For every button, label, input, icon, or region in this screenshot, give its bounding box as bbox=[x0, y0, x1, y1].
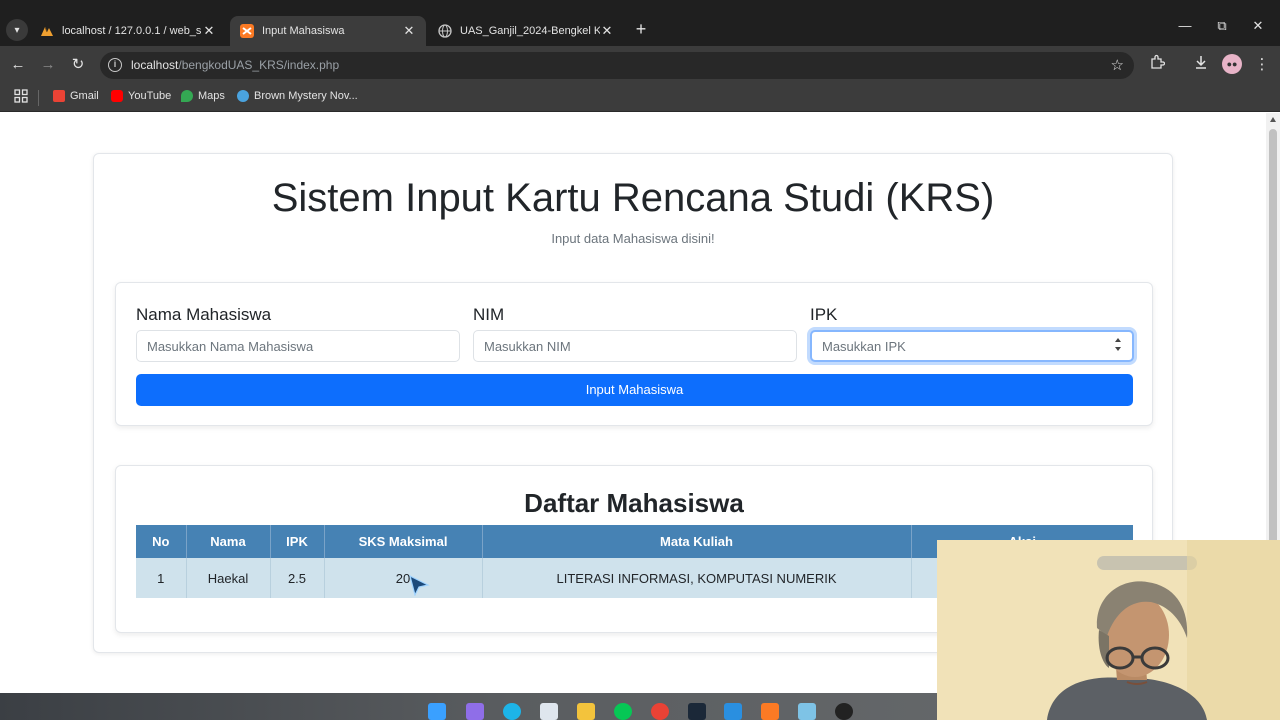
cell-ipk: 2.5 bbox=[270, 558, 325, 598]
extensions-icon[interactable] bbox=[1146, 54, 1168, 76]
column-header-mata-kuliah: Mata Kuliah bbox=[482, 525, 912, 558]
globe-icon bbox=[438, 24, 452, 38]
input-mahasiswa-button[interactable]: Input Mahasiswa bbox=[136, 374, 1133, 406]
apps-grid-icon[interactable] bbox=[14, 89, 28, 103]
download-icon[interactable] bbox=[1190, 54, 1212, 76]
close-window-icon[interactable]: ✕ bbox=[1243, 18, 1273, 34]
bookmark-label: Brown Mystery Nov... bbox=[254, 90, 358, 102]
student-form: Nama Mahasiswa NIM IPK Input Mahasiswa bbox=[115, 282, 1153, 426]
edge-icon[interactable] bbox=[503, 703, 521, 720]
profile-avatar[interactable]: ●● bbox=[1222, 54, 1242, 74]
tab-search-button[interactable]: ▾ bbox=[6, 19, 28, 41]
bookmark-divider bbox=[38, 90, 39, 106]
ipk-input[interactable] bbox=[810, 330, 1134, 362]
presenter-video bbox=[937, 540, 1280, 720]
page-subtitle: Input data Mahasiswa disini! bbox=[551, 231, 715, 246]
more-menu-icon[interactable]: ⋮ bbox=[1251, 54, 1273, 76]
nama-label: Nama Mahasiswa bbox=[136, 305, 272, 324]
tab-title: Input Mahasiswa bbox=[262, 25, 345, 37]
tab-uas-bengkel-koding[interactable]: UAS_Ganjil_2024-Bengkel Koding ✕ bbox=[428, 16, 624, 46]
obs-icon[interactable] bbox=[835, 703, 853, 720]
site-info-icon[interactable]: i bbox=[108, 58, 122, 72]
forward-arrow-icon[interactable]: → bbox=[37, 54, 59, 76]
bookmark-gmail[interactable]: Gmail bbox=[53, 90, 99, 102]
tab-title: localhost / 127.0.0.1 / web_sks | bbox=[62, 25, 202, 37]
browser-toolbar: ← → ↻ i localhost/bengkodUAS_KRS/index.p… bbox=[0, 46, 1280, 84]
bookmark-maps[interactable]: Maps bbox=[181, 90, 225, 102]
scroll-up-icon[interactable] bbox=[1270, 117, 1276, 122]
xampp-icon bbox=[240, 24, 254, 38]
cell-mata-kuliah: LITERASI INFORMASI, KOMPUTASI NUMERIK bbox=[482, 558, 912, 598]
bookmark-star-icon[interactable]: ☆ bbox=[1111, 56, 1124, 74]
site-icon bbox=[237, 90, 249, 102]
youtube-icon bbox=[111, 90, 123, 102]
column-header-sks: SKS Maksimal bbox=[324, 525, 483, 558]
cell-nama: Haekal bbox=[186, 558, 271, 598]
xampp-icon[interactable] bbox=[761, 703, 779, 720]
bookmark-youtube[interactable]: YouTube bbox=[111, 90, 171, 102]
tab-title: UAS_Ganjil_2024-Bengkel Koding bbox=[460, 25, 600, 37]
steam-icon[interactable] bbox=[688, 703, 706, 720]
ipk-spinner-icon[interactable] bbox=[1113, 337, 1123, 355]
copilot-icon[interactable] bbox=[466, 703, 484, 720]
line-icon[interactable] bbox=[614, 703, 632, 720]
vscode-icon[interactable] bbox=[724, 703, 742, 720]
url-host: localhost bbox=[131, 58, 179, 72]
phpmyadmin-icon bbox=[40, 24, 54, 38]
bookmark-brown-mystery[interactable]: Brown Mystery Nov... bbox=[237, 90, 358, 102]
url-path: /bengkodUAS_KRS/index.php bbox=[178, 58, 340, 72]
nim-label: NIM bbox=[473, 305, 505, 324]
ipk-label: IPK bbox=[810, 305, 838, 324]
file-explorer-icon[interactable] bbox=[577, 703, 595, 720]
restore-icon[interactable]: ⧉ bbox=[1207, 18, 1237, 34]
store-icon[interactable] bbox=[540, 703, 558, 720]
minimize-icon[interactable]: — bbox=[1170, 18, 1200, 33]
notepad-icon[interactable] bbox=[798, 703, 816, 720]
nama-input[interactable] bbox=[136, 330, 460, 362]
cell-sks: 20 bbox=[324, 558, 483, 598]
close-icon[interactable]: ✕ bbox=[402, 23, 416, 39]
chrome-icon[interactable] bbox=[651, 703, 669, 720]
close-icon[interactable]: ✕ bbox=[202, 23, 216, 39]
start-menu-icon[interactable] bbox=[428, 703, 446, 720]
maps-icon bbox=[181, 90, 193, 102]
new-tab-button[interactable]: + bbox=[630, 18, 652, 40]
gmail-icon bbox=[53, 90, 65, 102]
column-header-nama: Nama bbox=[186, 525, 271, 558]
nim-input[interactable] bbox=[473, 330, 797, 362]
tab-phpmyadmin[interactable]: localhost / 127.0.0.1 / web_sks | ✕ bbox=[30, 16, 226, 46]
cell-no: 1 bbox=[136, 558, 187, 598]
list-title: Daftar Mahasiswa bbox=[524, 488, 744, 518]
bookmark-label: YouTube bbox=[128, 90, 172, 102]
close-icon[interactable]: ✕ bbox=[600, 23, 614, 39]
address-bar[interactable]: i localhost/bengkodUAS_KRS/index.php ☆ bbox=[100, 52, 1134, 79]
column-header-ipk: IPK bbox=[270, 525, 325, 558]
tab-input-mahasiswa[interactable]: Input Mahasiswa ✕ bbox=[230, 16, 426, 46]
mouse-cursor-icon bbox=[409, 574, 430, 596]
bookmark-label: Maps bbox=[198, 90, 225, 102]
page-title: Sistem Input Kartu Rencana Studi (KRS) bbox=[271, 176, 995, 220]
bookmark-label: Gmail bbox=[70, 90, 99, 102]
bookmarks-bar: Gmail YouTube Maps Brown Mystery Nov... bbox=[0, 84, 1280, 112]
column-header-no: No bbox=[136, 525, 187, 558]
reload-icon[interactable]: ↻ bbox=[67, 54, 89, 76]
webcam-overlay bbox=[937, 540, 1280, 720]
back-arrow-icon[interactable]: ← bbox=[7, 54, 29, 76]
tab-strip: ▾ localhost / 127.0.0.1 / web_sks | ✕ In… bbox=[0, 0, 1280, 46]
url-text: localhost/bengkodUAS_KRS/index.php bbox=[131, 58, 339, 72]
